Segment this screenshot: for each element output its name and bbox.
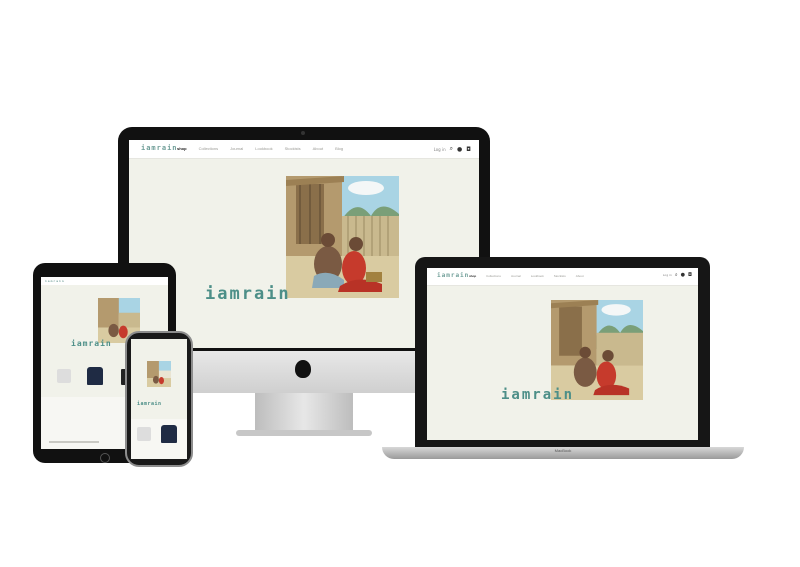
site-header: iamrain shop Collections Journal Lookboo… — [129, 140, 479, 159]
laptop-hero-illustration — [551, 300, 643, 400]
search-icon[interactable]: ⌕ — [450, 145, 453, 153]
phone-hero-illustration — [147, 361, 171, 387]
laptop-hero-illustration-svg — [551, 300, 643, 400]
laptop-base-label: MacBook — [554, 448, 572, 453]
apple-logo-icon — [295, 360, 311, 378]
site-logo[interactable]: iamrain — [141, 144, 178, 152]
laptop-brand-wordmark: iamrain — [501, 387, 575, 403]
tablet-product-tee-navy[interactable] — [87, 367, 103, 385]
laptop-menu-item-about[interactable]: About — [576, 274, 584, 278]
login-link[interactable]: Log in — [434, 147, 446, 152]
account-icon[interactable]: ● — [457, 146, 462, 153]
phone-hero-illustration-svg — [147, 361, 171, 387]
camera-dot — [301, 131, 305, 135]
cart-icon[interactable]: ◘ — [466, 146, 471, 153]
menu-item-stockists[interactable]: Stockists — [285, 146, 301, 151]
imac-stand-foot — [236, 430, 372, 436]
laptop-menu-item-journal[interactable]: Journal — [511, 274, 521, 278]
menu-item-blog[interactable]: Blog — [335, 146, 343, 151]
header-icons: Log in ⌕ ● ◘ — [434, 145, 471, 153]
laptop-site-logo[interactable]: iamrain — [437, 272, 469, 279]
laptop-login-link[interactable]: Log in — [663, 273, 672, 277]
laptop-site-header: iamrain shop Collections Journal Lookboo… — [427, 268, 698, 286]
phone-screen: iamrain — [131, 339, 187, 459]
laptop-account-icon[interactable]: ● — [681, 272, 685, 278]
hero-illustration — [286, 176, 399, 298]
laptop-cart-icon[interactable]: ◘ — [688, 272, 692, 278]
laptop-header-icons: Log in ⌕ ● ◘ — [663, 272, 692, 278]
laptop-main-menu: shop Collections Journal Lookbook Stocki… — [469, 274, 584, 278]
tablet-footer-text — [49, 441, 99, 443]
phone-product-tee-white[interactable] — [137, 427, 151, 441]
laptop-search-icon[interactable]: ⌕ — [675, 272, 678, 278]
laptop-base: MacBook — [382, 447, 744, 459]
imac-stand — [255, 393, 353, 433]
menu-item-journal[interactable]: Journal — [230, 146, 243, 151]
laptop-menu-item-collections[interactable]: Collections — [486, 274, 501, 278]
phone-device: iamrain — [125, 331, 193, 467]
laptop-screen: iamrain shop Collections Journal Lookboo… — [427, 268, 698, 440]
menu-item-lookbook[interactable]: Lookbook — [255, 146, 272, 151]
menu-item-about[interactable]: About — [313, 146, 323, 151]
laptop-menu-item-shop[interactable]: shop — [469, 274, 476, 278]
hero-brand-wordmark: iamrain — [205, 284, 291, 304]
tablet-home-button[interactable] — [100, 453, 110, 463]
phone-brand-wordmark: iamrain — [137, 401, 162, 407]
menu-item-shop[interactable]: shop — [177, 146, 187, 151]
main-menu: shop Collections Journal Lookbook Stocki… — [177, 146, 343, 151]
tablet-product-tee-white[interactable] — [57, 369, 71, 383]
tablet-brand-wordmark: iamrain — [71, 339, 112, 348]
phone-product-tee-navy[interactable] — [161, 425, 177, 443]
laptop-menu-item-lookbook[interactable]: Lookbook — [531, 274, 544, 278]
menu-item-collections[interactable]: Collections — [199, 146, 219, 151]
laptop-menu-item-stockists[interactable]: Stockists — [554, 274, 566, 278]
laptop-display: iamrain shop Collections Journal Lookboo… — [415, 257, 710, 447]
hero-illustration-svg — [286, 176, 399, 298]
tablet-site-logo[interactable]: iamrain — [45, 279, 65, 283]
